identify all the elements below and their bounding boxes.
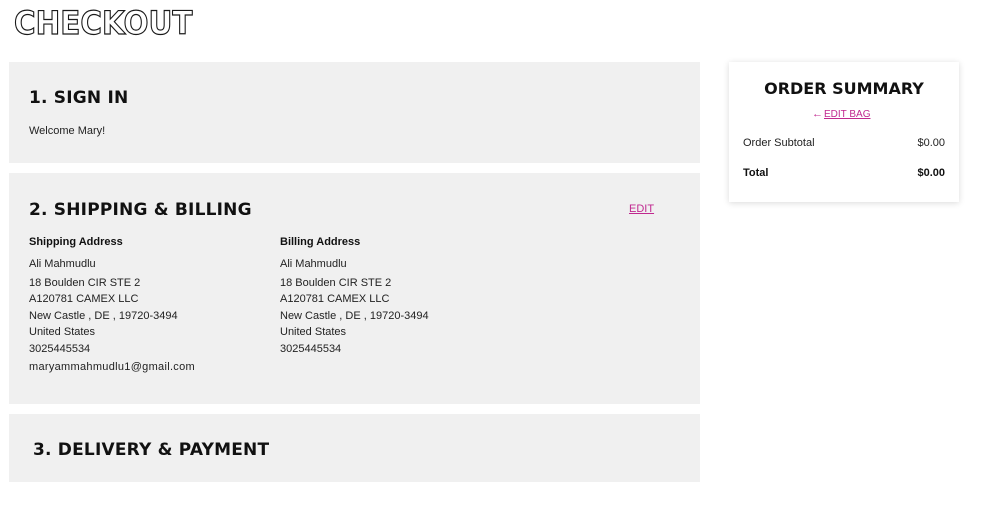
arrow-left-icon: ← — [812, 108, 823, 120]
sign-in-section: 1. SIGN IN Welcome Mary! — [9, 62, 700, 163]
shipping-address: Shipping Address Ali Mahmudlu 18 Boulden… — [29, 236, 195, 373]
shipping-line: A120781 CAMEX LLC — [29, 293, 139, 305]
shipping-line: 18 Boulden CIR STE 2 — [29, 276, 141, 289]
shipping-line: New Castle , DE , 19720-3494 — [29, 309, 178, 322]
edit-bag-link[interactable]: ←EDIT BAG — [812, 108, 871, 120]
billing-address-title: Billing Address — [280, 236, 361, 248]
total-label: Total — [743, 167, 769, 179]
edit-bag-label: EDIT BAG — [824, 109, 871, 120]
shipping-address-title: Shipping Address — [29, 236, 123, 248]
welcome-message: Welcome Mary! — [29, 125, 106, 137]
billing-name: Ali Mahmudlu — [280, 258, 347, 270]
order-summary-title: ORDER SUMMARY — [764, 79, 924, 98]
billing-line: 18 Boulden CIR STE 2 — [280, 276, 392, 289]
billing-address: Billing Address Ali Mahmudlu 18 Boulden … — [280, 236, 429, 357]
total-value: $0.00 — [917, 167, 945, 179]
shipping-line: 3025445534 — [29, 342, 91, 355]
order-summary: ORDER SUMMARY ←EDIT BAG Order Subtotal $… — [729, 62, 959, 202]
delivery-payment-heading: 3. DELIVERY & PAYMENT — [33, 440, 270, 460]
delivery-payment-section[interactable]: 3. DELIVERY & PAYMENT — [9, 414, 700, 482]
shipping-billing-section: 2. SHIPPING & BILLING EDIT Shipping Addr… — [9, 173, 700, 404]
total-row: Total $0.00 — [743, 167, 945, 179]
edit-shipping-link[interactable]: EDIT — [629, 203, 654, 215]
shipping-email: maryammahmudlu1@gmail.com — [29, 361, 195, 373]
sign-in-heading: 1. SIGN IN — [29, 88, 129, 108]
subtotal-label: Order Subtotal — [743, 137, 815, 149]
shipping-name: Ali Mahmudlu — [29, 258, 96, 270]
subtotal-value: $0.00 — [917, 137, 945, 149]
billing-line: A120781 CAMEX LLC — [280, 293, 390, 305]
shipping-line: United States — [29, 326, 96, 338]
billing-line: New Castle , DE , 19720-3494 — [280, 309, 429, 322]
billing-line: United States — [280, 326, 347, 338]
page-title: CHECKOUT — [13, 3, 193, 42]
billing-line: 3025445534 — [280, 342, 342, 355]
shipping-billing-heading: 2. SHIPPING & BILLING — [29, 200, 252, 220]
subtotal-row: Order Subtotal $0.00 — [743, 137, 945, 149]
